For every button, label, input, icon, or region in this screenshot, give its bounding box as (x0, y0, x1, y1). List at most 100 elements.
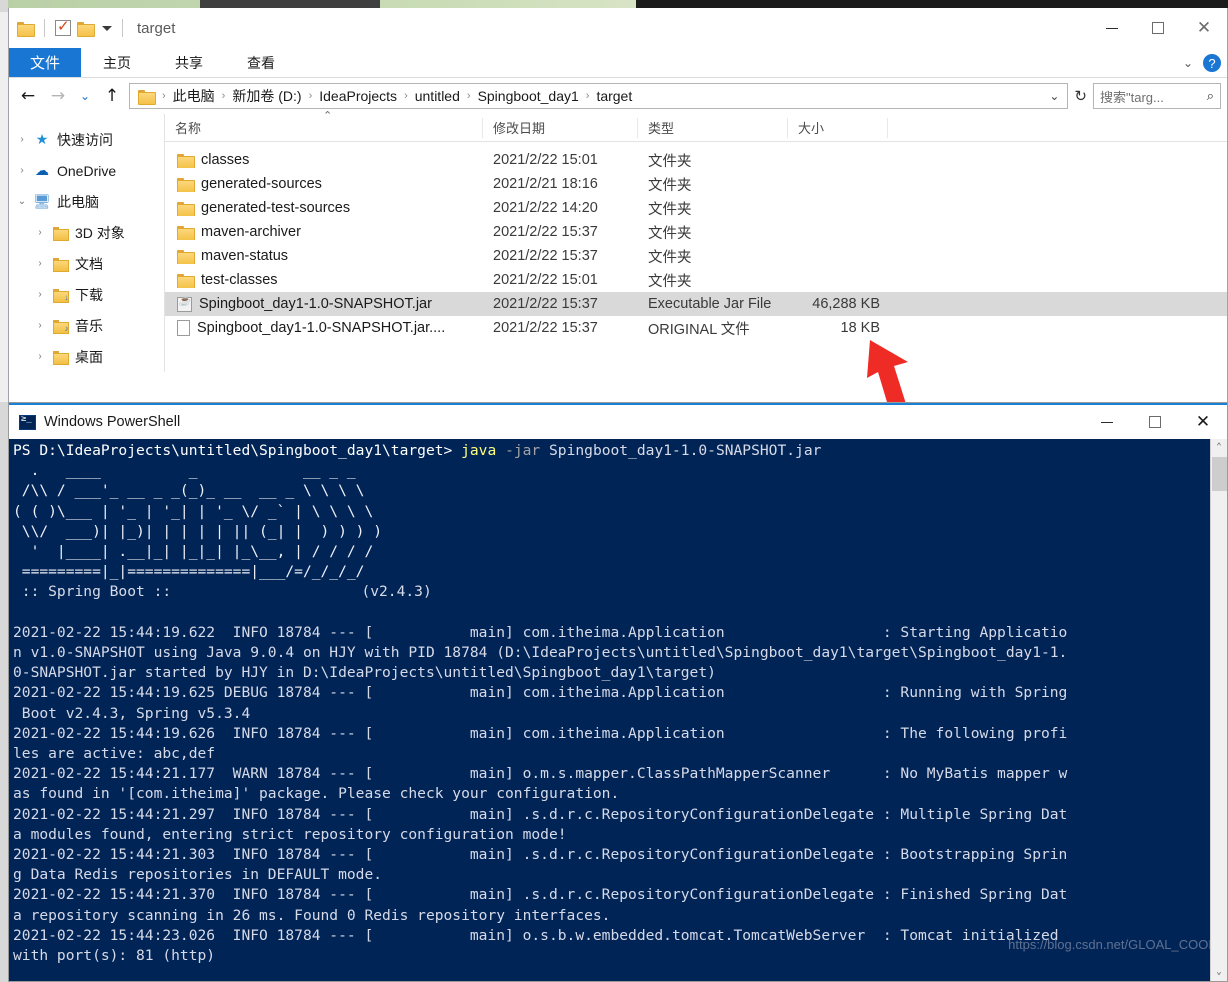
log-line: g Data Redis repositories in DEFAULT mod… (13, 866, 383, 884)
forward-button[interactable]: → (45, 83, 71, 109)
sidebar-item-3d-objects[interactable]: › 3D 对象 (9, 217, 164, 248)
scrollbar-thumb[interactable] (1212, 457, 1227, 491)
folder-music-icon: ♪ (49, 319, 71, 334)
folder-icon[interactable] (17, 21, 35, 37)
sidebar-item-onedrive[interactable]: › ☁ OneDrive (9, 155, 164, 186)
file-size-cell: 18 KB (840, 320, 881, 336)
column-header-name[interactable]: 名称 ⌃ (165, 110, 483, 138)
folder-documents-icon (49, 257, 71, 272)
column-header-size[interactable]: 大小 (788, 117, 888, 138)
sort-ascending-icon: ⌃ (323, 109, 333, 122)
console-prompt: PS D:\IdeaProjects\untitled\Spingboot_da… (13, 442, 462, 459)
address-dropdown-icon[interactable]: ⌄ (1049, 89, 1063, 103)
expander-icon[interactable]: › (31, 227, 49, 238)
recent-locations-button[interactable]: ⌄ (75, 83, 95, 109)
console-output[interactable]: PS D:\IdeaProjects\untitled\Spingboot_da… (9, 439, 1227, 981)
console-scrollbar[interactable]: ⌃ ⌄ (1210, 439, 1227, 981)
file-date-cell: 2021/2/22 15:37 (493, 248, 598, 264)
tab-file[interactable]: 文件 (9, 48, 81, 77)
maximize-button[interactable] (1135, 8, 1181, 48)
log-line: Boot v2.4.3, Spring v5.3.4 (13, 704, 251, 722)
expander-icon[interactable]: › (13, 134, 31, 145)
breadcrumb-item-4[interactable]: Spingboot_day1 (474, 88, 583, 104)
sidebar-item-music[interactable]: › ♪ 音乐 (9, 310, 164, 341)
back-button[interactable]: ← (15, 83, 41, 109)
close-button[interactable]: ✕ (1179, 405, 1227, 439)
table-row[interactable]: generated-sources 2021/2/21 18:16 文件夹 (165, 172, 1227, 196)
file-date-cell: 2021/2/22 15:01 (493, 272, 598, 288)
file-name-cell: generated-test-sources (165, 200, 483, 216)
folder-icon (177, 201, 195, 216)
search-icon[interactable]: ⌕ (1207, 88, 1214, 104)
powershell-title: Windows PowerShell (44, 414, 181, 430)
table-row[interactable]: test-classes 2021/2/22 15:01 文件夹 (165, 268, 1227, 292)
tab-view[interactable]: 查看 (225, 48, 297, 77)
table-row[interactable]: generated-test-sources 2021/2/22 14:20 文… (165, 196, 1227, 220)
file-type-cell: 文件夹 (648, 177, 692, 194)
sidebar-item-label: 此电脑 (57, 193, 99, 210)
ribbon-right-controls: ⌄ ? (1183, 48, 1221, 78)
column-headers: 名称 ⌃ 修改日期 类型 大小 (165, 110, 1227, 142)
help-icon[interactable]: ? (1203, 54, 1221, 72)
breadcrumb-item-3[interactable]: untitled (411, 88, 464, 104)
maximize-button[interactable] (1131, 405, 1179, 439)
log-line: les are active: abc,def (13, 745, 216, 763)
column-header-type[interactable]: 类型 (638, 117, 788, 138)
close-button[interactable]: ✕ (1181, 8, 1227, 48)
table-row-selected[interactable]: Spingboot_day1-1.0-SNAPSHOT.jar 2021/2/2… (165, 292, 1227, 316)
breadcrumb-item-5[interactable]: target (592, 88, 636, 104)
log-line: 2021-02-22 15:44:23.026 INFO 18784 --- [… (13, 926, 1059, 944)
table-row[interactable]: maven-status 2021/2/22 15:37 文件夹 (165, 244, 1227, 268)
folder-icon (177, 153, 195, 168)
minimize-button[interactable] (1083, 405, 1131, 439)
breadcrumb-item-1[interactable]: 新加卷 (D:) (228, 86, 305, 106)
breadcrumb-separator: › (466, 90, 471, 102)
console-command-param: -jar (505, 442, 541, 459)
scroll-up-button[interactable]: ⌃ (1211, 439, 1227, 456)
expander-icon[interactable]: ⌄ (13, 196, 31, 207)
tab-share[interactable]: 共享 (153, 48, 225, 77)
refresh-button[interactable]: ↻ (1072, 87, 1089, 105)
table-row[interactable]: maven-archiver 2021/2/22 15:37 文件夹 (165, 220, 1227, 244)
quick-access-toolbar[interactable] (17, 17, 127, 37)
minimize-button[interactable] (1089, 8, 1135, 48)
sidebar-item-label: 音乐 (75, 317, 103, 334)
search-input[interactable]: 搜索"targ... (1100, 87, 1164, 106)
checkbox-icon[interactable] (55, 17, 71, 36)
log-line: 0-SNAPSHOT.jar started by HJY in D:\Idea… (13, 664, 716, 682)
expander-icon[interactable]: › (31, 289, 49, 300)
expander-icon[interactable]: › (13, 165, 31, 176)
sidebar-item-this-pc[interactable]: ⌄ 🖥 此电脑 (9, 186, 164, 217)
log-line: 2021-02-22 15:44:21.370 INFO 18784 --- [… (13, 886, 1068, 904)
column-header-date[interactable]: 修改日期 (483, 117, 638, 138)
explorer-window-controls: ✕ (1089, 8, 1227, 48)
scroll-down-button[interactable]: ⌄ (1211, 964, 1227, 981)
column-label: 名称 (175, 121, 202, 136)
folder-properties-icon[interactable] (77, 21, 95, 37)
expander-icon[interactable]: › (31, 351, 49, 362)
file-type-cell: 文件夹 (648, 249, 692, 266)
breadcrumb-item-0[interactable]: 此电脑 (169, 86, 219, 106)
file-date-cell: 2021/2/21 18:16 (493, 176, 598, 192)
sidebar-item-documents[interactable]: › 文档 (9, 248, 164, 279)
file-type-cell: Executable Jar File (648, 296, 772, 312)
file-date-cell: 2021/2/22 15:01 (493, 152, 598, 168)
table-row[interactable]: Spingboot_day1-1.0-SNAPSHOT.jar.... 2021… (165, 316, 1227, 340)
up-button[interactable]: ↑ (99, 83, 125, 109)
expander-icon[interactable]: › (31, 320, 49, 331)
breadcrumb-separator: › (585, 90, 590, 102)
address-bar[interactable]: › 此电脑 › 新加卷 (D:) › IdeaProjects › untitl… (129, 83, 1069, 109)
folder-downloads-icon: ↓ (49, 288, 71, 303)
tab-home[interactable]: 主页 (81, 48, 153, 77)
chevron-down-icon[interactable]: ⌄ (1183, 56, 1193, 70)
sidebar-item-downloads[interactable]: › ↓ 下载 (9, 279, 164, 310)
search-box[interactable]: 搜索"targ... ⌕ (1093, 83, 1221, 109)
sidebar-item-quick-access[interactable]: › ★ 快速访问 (9, 124, 164, 155)
sidebar-item-desktop[interactable]: › 桌面 (9, 341, 164, 372)
file-type-cell: 文件夹 (648, 201, 692, 218)
table-row[interactable]: classes 2021/2/22 15:01 文件夹 (165, 148, 1227, 172)
folder-icon (177, 225, 195, 240)
expander-icon[interactable]: › (31, 258, 49, 269)
breadcrumb-item-2[interactable]: IdeaProjects (315, 88, 401, 104)
chevron-down-icon[interactable] (102, 25, 112, 31)
